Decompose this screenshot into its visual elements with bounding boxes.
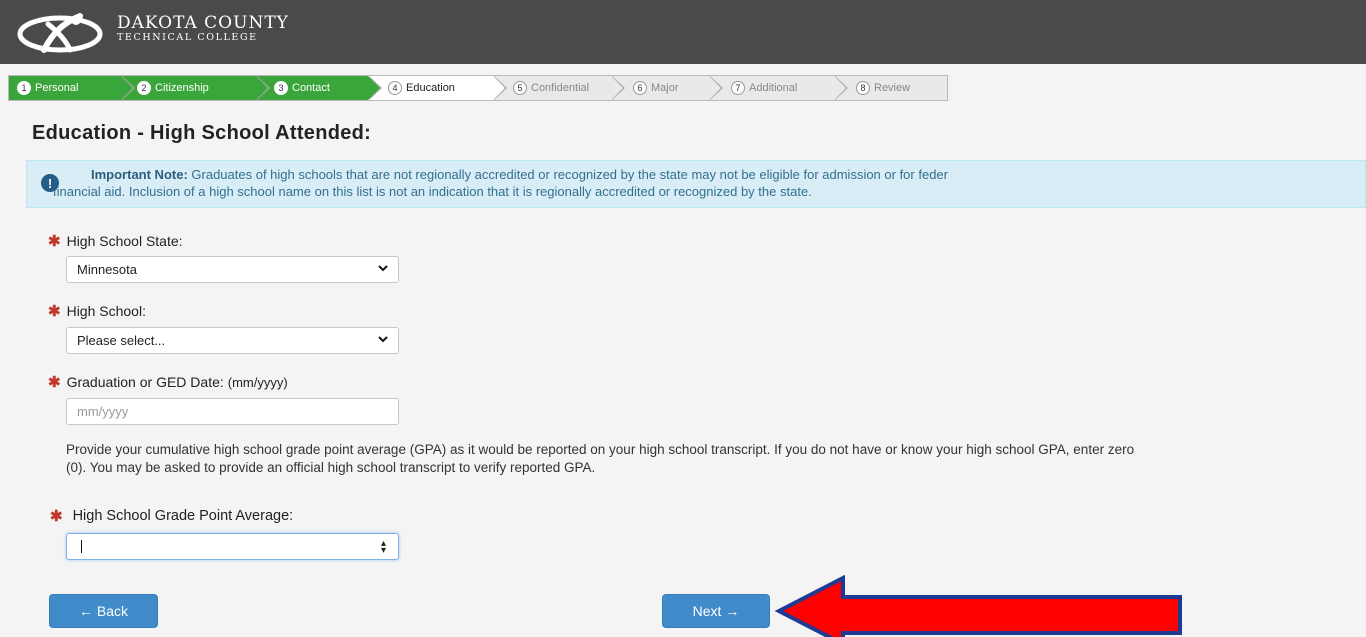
step-number: 2	[137, 81, 151, 95]
required-asterisk-icon: ✱	[50, 508, 63, 525]
required-asterisk-icon: ✱	[48, 374, 61, 391]
page-title: Education - High School Attended:	[32, 122, 372, 144]
step-label: Major	[651, 82, 679, 94]
step-label: Education	[406, 82, 455, 94]
gpa-instructions: Provide your cumulative high school grad…	[66, 442, 1135, 475]
note-line1: Important Note: Graduates of high school…	[91, 166, 1365, 183]
step-number: 8	[856, 81, 870, 95]
step-label: Contact	[292, 82, 330, 94]
step-number: 6	[633, 81, 647, 95]
step-confidential[interactable]: 5 Confidential	[493, 76, 625, 100]
spinner-icon[interactable]: ▴ ▾	[381, 539, 386, 556]
logo-line1: DAKOTA COUNTY	[117, 13, 289, 33]
required-asterisk-icon: ✱	[48, 233, 61, 250]
step-major[interactable]: 6 Major	[611, 76, 723, 100]
important-note: ! Important Note: Graduates of high scho…	[26, 160, 1366, 208]
step-label: Additional	[749, 82, 798, 94]
step-label: Review	[874, 82, 911, 94]
chevron-down-icon	[378, 334, 388, 346]
text-caret	[81, 540, 82, 553]
step-contact[interactable]: 3 Contact	[256, 76, 382, 100]
state-value: Minnesota	[77, 262, 137, 277]
gpa-label: ✱ High School Grade Point Average:	[50, 507, 293, 525]
chevron-down-icon	[378, 263, 388, 275]
step-label: Citizenship	[155, 82, 209, 94]
grad-date-placeholder: mm/yyyy	[77, 404, 129, 419]
note-bold: Important Note:	[91, 167, 188, 182]
next-button[interactable]: Next →	[662, 594, 770, 628]
school-select[interactable]: Please select...	[66, 327, 399, 354]
application-steps: 1 Personal 2 Citizenship 3 Contact 4 Edu…	[8, 75, 948, 101]
note-text1: Graduates of high schools that are not r…	[187, 167, 948, 182]
state-label-text: High School State:	[66, 233, 183, 249]
step-citizenship[interactable]: 2 Citizenship	[121, 76, 270, 100]
step-number: 5	[513, 81, 527, 95]
college-name: DAKOTA COUNTY TECHNICAL COLLEGE	[117, 14, 289, 44]
gpa-label-text: High School Grade Point Average:	[72, 508, 294, 524]
step-number: 3	[274, 81, 288, 95]
back-button[interactable]: ← Back	[49, 594, 158, 628]
college-logo-icon	[17, 13, 103, 53]
logo-line2: TECHNICAL COLLEGE	[117, 32, 258, 43]
state-select[interactable]: Minnesota	[66, 256, 399, 283]
grad-date-label: ✱ Graduation or GED Date: (mm/yyyy)	[48, 373, 288, 391]
site-header: DAKOTA COUNTY TECHNICAL COLLEGE	[0, 0, 1366, 64]
grad-hint: (mm/yyyy)	[227, 374, 288, 390]
step-review[interactable]: 8 Review	[834, 76, 947, 100]
grad-date-input[interactable]: mm/yyyy	[66, 398, 399, 425]
required-asterisk-icon: ✱	[48, 303, 61, 320]
school-label: ✱ High School:	[48, 302, 146, 320]
red-arrow-annotation-icon	[775, 575, 1182, 637]
note-line2: financial aid. Inclusion of a high schoo…	[53, 184, 812, 199]
step-additional[interactable]: 7 Additional	[709, 76, 848, 100]
step-number: 4	[388, 81, 402, 95]
grad-label-text: Graduation or GED Date:	[66, 374, 224, 390]
step-personal[interactable]: 1 Personal	[9, 76, 135, 100]
exclamation-icon: !	[41, 174, 59, 192]
step-education[interactable]: 4 Education	[368, 76, 507, 100]
step-number: 1	[17, 81, 31, 95]
gpa-input[interactable]: ▴ ▾	[66, 533, 399, 560]
school-value: Please select...	[77, 333, 166, 348]
step-number: 7	[731, 81, 745, 95]
step-label: Confidential	[531, 82, 590, 94]
state-label: ✱ High School State:	[48, 232, 183, 250]
step-label: Personal	[35, 82, 79, 94]
school-label-text: High School:	[66, 303, 146, 319]
